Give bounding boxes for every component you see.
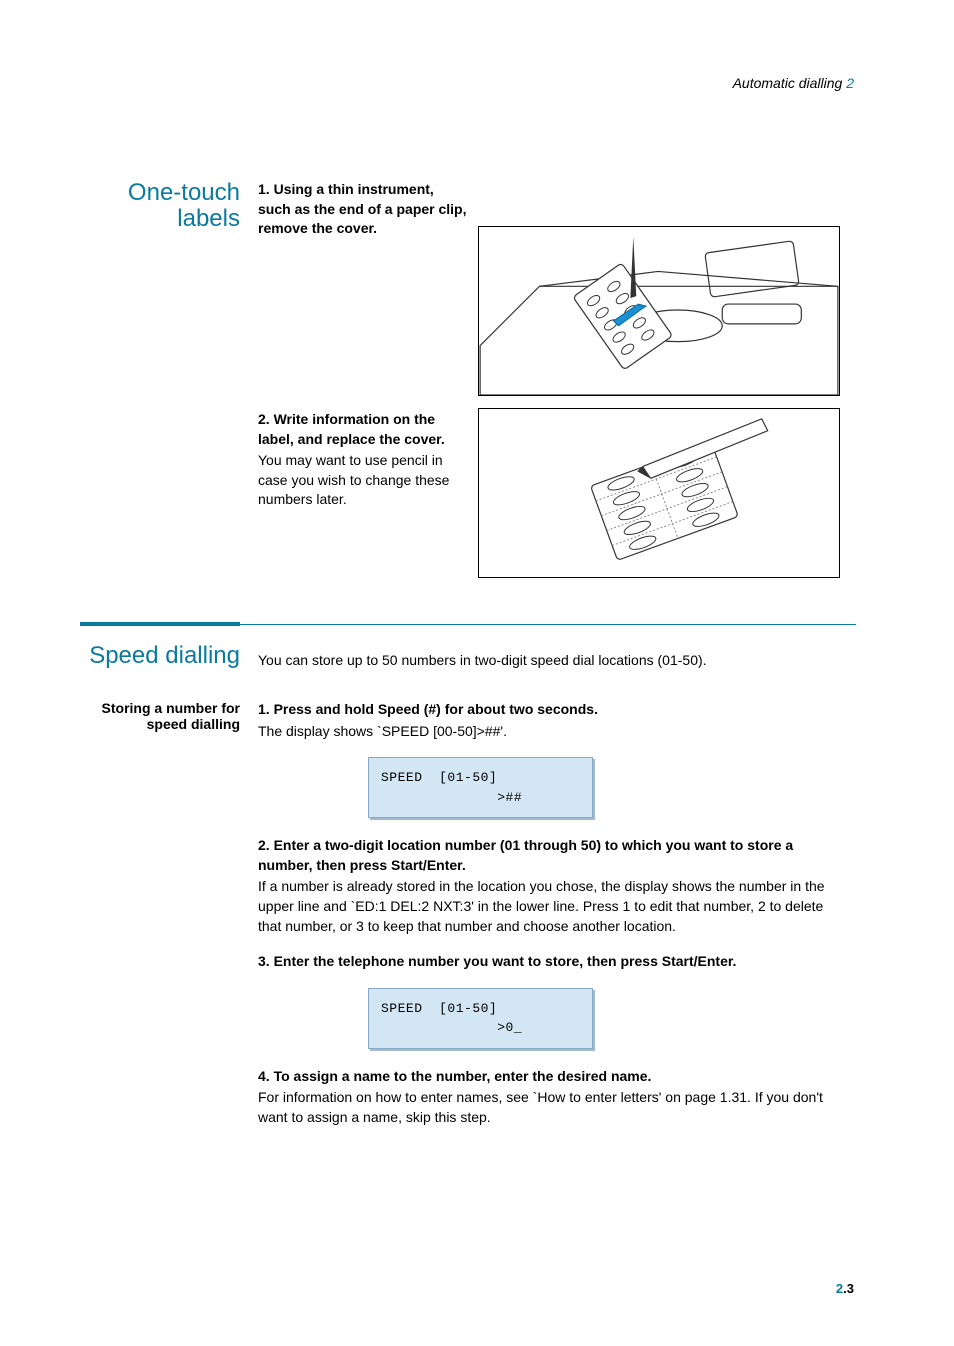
lcd-display-1: SPEED [01-50] >## bbox=[368, 757, 593, 818]
step-num: 3. bbox=[258, 953, 270, 969]
step-bold: Using a thin instrument, such as the end… bbox=[258, 181, 467, 236]
page-number: 2.3 bbox=[836, 1281, 854, 1296]
step-num: 2. bbox=[258, 411, 270, 427]
fax-machine-illustration-icon bbox=[479, 227, 839, 395]
step-bold: Enter the telephone number you want to s… bbox=[274, 953, 737, 969]
speed-step-2: 2. Enter a two-digit location number (01… bbox=[258, 836, 838, 936]
illustration-write-label bbox=[478, 408, 840, 578]
step-2: 2. Write information on the label, and r… bbox=[258, 410, 468, 510]
step-body: If a number is already stored in the loc… bbox=[258, 877, 838, 936]
step-bold: Press and hold Speed (#) for about two s… bbox=[274, 701, 598, 717]
step-body: You may want to use pencil in case you w… bbox=[258, 451, 468, 510]
step-body: For information on how to enter names, s… bbox=[258, 1088, 838, 1127]
lcd-display-2: SPEED [01-50] >0_ bbox=[368, 988, 593, 1049]
section-divider-thick bbox=[80, 622, 240, 626]
left-label-line1: One-touch bbox=[80, 180, 240, 206]
speed-intro: You can store up to 50 numbers in two-di… bbox=[258, 650, 838, 670]
section-divider-thin bbox=[240, 624, 856, 625]
page-number-sub: .3 bbox=[843, 1281, 854, 1296]
speed-step-1: 1. Press and hold Speed (#) for about tw… bbox=[258, 700, 838, 741]
step-body: The display shows `SPEED [00-50]>##'. bbox=[258, 722, 838, 742]
step-num: 2. bbox=[258, 837, 270, 853]
speed-subheading: Storing a number for speed dialling bbox=[80, 700, 240, 732]
step-num: 1. bbox=[258, 701, 270, 717]
step-1: 1. Using a thin instrument, such as the … bbox=[258, 180, 468, 239]
header-italic: Automatic dialling bbox=[733, 75, 843, 91]
section-title-speed-dialling: Speed dialling bbox=[89, 642, 240, 669]
left-section-label: One-touch labels bbox=[80, 180, 240, 233]
page-header: Automatic dialling 2 bbox=[733, 75, 854, 91]
step-bold: To assign a name to the number, enter th… bbox=[274, 1068, 652, 1084]
page: Automatic dialling 2 One-touch labels 1.… bbox=[0, 0, 954, 1346]
left-label-line2: labels bbox=[80, 206, 240, 232]
step-num: 1. bbox=[258, 181, 270, 197]
speed-step-4: 4. To assign a name to the number, enter… bbox=[258, 1067, 838, 1128]
illustration-remove-cover bbox=[478, 226, 840, 396]
pencil-label-illustration-icon bbox=[479, 409, 839, 577]
step-bold: Write information on the label, and repl… bbox=[258, 411, 445, 447]
step-bold: Enter a two-digit location number (01 th… bbox=[258, 837, 793, 873]
step-num: 4. bbox=[258, 1068, 270, 1084]
header-section-number: 2 bbox=[846, 75, 854, 91]
speed-step-3: 3. Enter the telephone number you want t… bbox=[258, 952, 838, 972]
